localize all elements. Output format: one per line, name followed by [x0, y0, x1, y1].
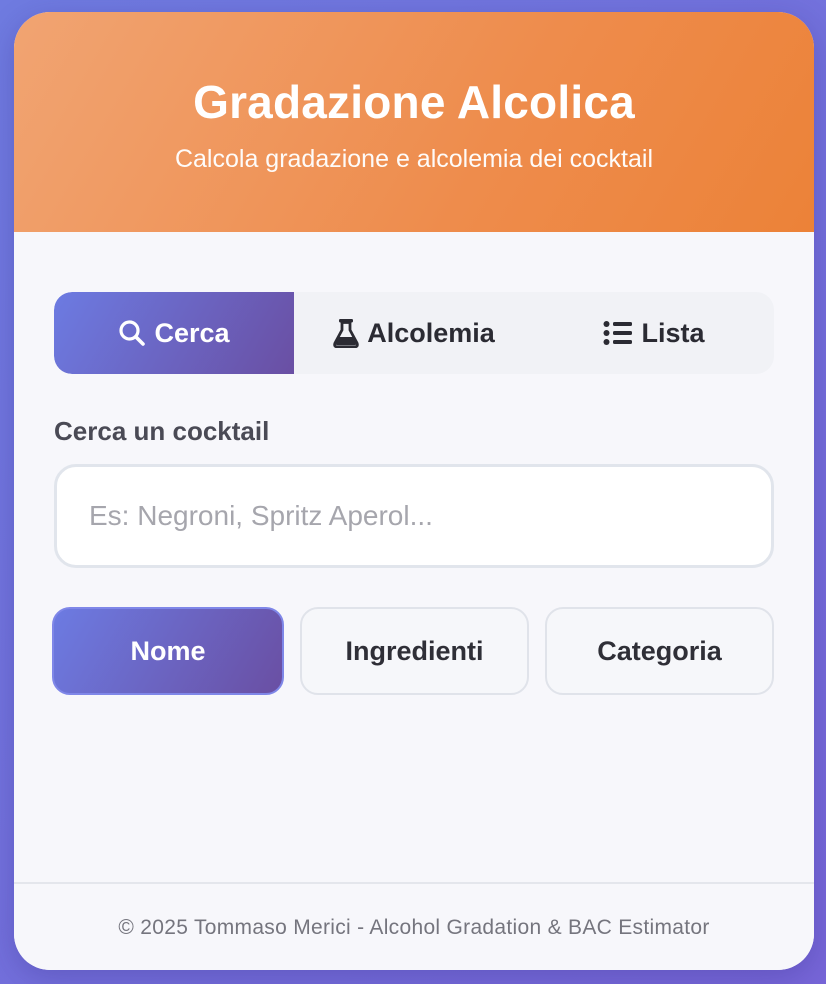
search-input[interactable] — [54, 464, 774, 568]
filter-ingredienti-label: Ingredienti — [345, 635, 484, 666]
search-label: Cerca un cocktail — [54, 416, 270, 446]
flask-icon — [333, 318, 359, 348]
footer: © 2025 Tommaso Merici - Alcohol Gradatio… — [14, 882, 814, 970]
tab-cerca-label: Cerca — [154, 317, 230, 348]
app-card: Gradazione Alcolica Calcola gradazione e… — [14, 12, 814, 970]
footer-text: © 2025 Tommaso Merici - Alcohol Gradatio… — [118, 916, 710, 939]
filter-categoria-button[interactable]: Categoria — [545, 607, 774, 695]
filter-nome-button[interactable]: Nome — [52, 607, 284, 695]
tab-lista-label: Lista — [641, 317, 705, 348]
tab-alcolemia[interactable]: Alcolemia — [294, 292, 534, 374]
filter-nome-label: Nome — [130, 635, 206, 666]
search-icon — [118, 319, 146, 347]
tab-lista[interactable]: Lista — [534, 292, 774, 374]
page-title: Gradazione Alcolica — [193, 76, 635, 128]
list-icon — [603, 320, 633, 346]
filter-categoria-label: Categoria — [597, 635, 722, 666]
app-header: Gradazione Alcolica Calcola gradazione e… — [14, 12, 814, 232]
tab-alcolemia-label: Alcolemia — [367, 317, 495, 348]
filter-ingredienti-button[interactable]: Ingredienti — [300, 607, 529, 695]
page-subtitle: Calcola gradazione e alcolemia dei cockt… — [174, 145, 654, 173]
tab-bar: Cerca Alcolemia Lista — [54, 292, 774, 374]
tab-cerca[interactable]: Cerca — [54, 292, 294, 374]
search-filter-group: Nome Ingredienti Categoria — [52, 607, 776, 695]
